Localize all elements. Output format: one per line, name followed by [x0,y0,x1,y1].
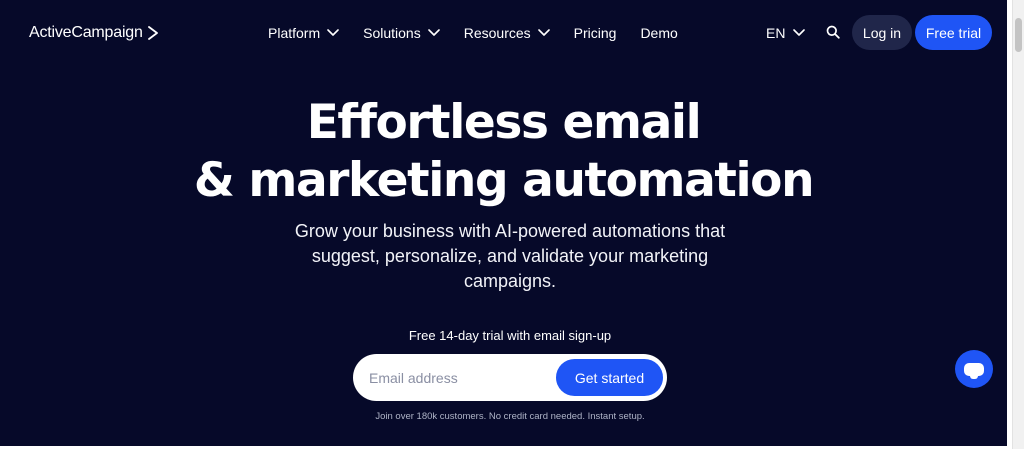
nav-label: Demo [640,25,678,41]
free-trial-button[interactable]: Free trial [915,15,992,50]
nav-solutions[interactable]: Solutions [363,25,440,41]
chevron-down-icon [793,29,806,36]
signup-form: Get started [353,354,667,401]
chevron-right-icon [147,26,158,40]
chat-button[interactable] [955,350,993,388]
language-label: EN [766,25,786,41]
nav-label: Solutions [363,25,421,41]
nav-label: Platform [268,25,321,41]
hero-headline: Effortless email & marketing automation [0,94,1007,210]
fine-print: Join over 180k customers. No credit card… [375,411,645,422]
subtitle-line: Grow your business with AI-powered autom… [294,221,726,241]
logo[interactable]: ActiveCampaign [29,23,159,43]
email-input[interactable] [369,363,549,392]
chevron-down-icon [327,29,339,36]
search-icon[interactable] [826,25,840,39]
headline-line: Effortless email [306,95,702,150]
trial-note: Free 14-day trial with email sign-up [408,328,612,343]
nav-resources[interactable]: Resources [464,25,550,41]
scrollbar[interactable] [1012,0,1024,449]
subtitle-line: suggest, personalize, and validate your … [311,246,709,266]
chevron-down-icon [427,29,440,36]
hero-section: ActiveCampaign Platform Solutions Resour… [0,0,1007,446]
subtitle-line: campaigns. [463,271,557,291]
logo-text: ActiveCampaign [29,24,143,41]
page: ActiveCampaign Platform Solutions Resour… [0,0,1024,449]
hero-subtitle: Grow your business with AI-powered autom… [0,219,1020,294]
language-selector[interactable]: EN [766,22,806,44]
nav-label: Pricing [573,25,617,41]
chat-bubble-icon [964,362,984,379]
nav-demo[interactable]: Demo [640,25,677,41]
main-nav: Platform Solutions Resources Pricing Dem… [268,22,702,44]
scrollbar-thumb[interactable] [1015,18,1022,52]
get-started-button[interactable]: Get started [556,359,663,396]
headline-line: & marketing automation [193,153,815,208]
nav-pricing[interactable]: Pricing [574,25,617,41]
login-button[interactable]: Log in [852,15,912,50]
nav-label: Resources [463,25,531,41]
chevron-down-icon [537,29,550,36]
nav-platform[interactable]: Platform [268,25,339,41]
